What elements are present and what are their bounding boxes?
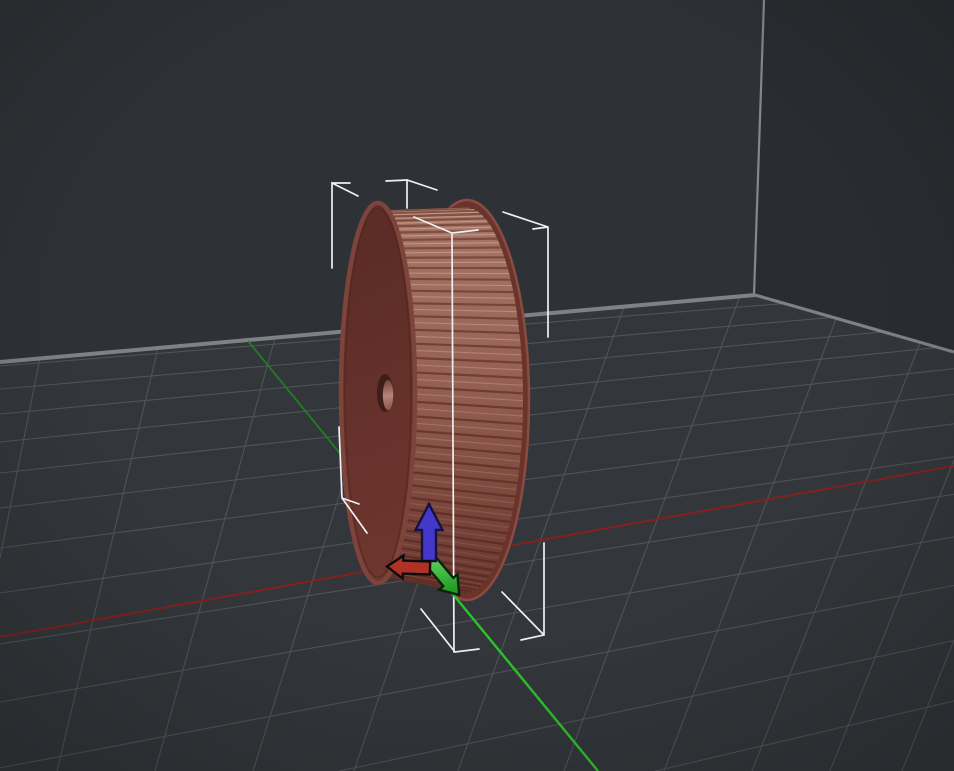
- scene-canvas[interactable]: [0, 0, 954, 771]
- gear-bore-inner-wall: [382, 380, 394, 410]
- viewport-3d[interactable]: [0, 0, 954, 771]
- right-wall: [755, 0, 954, 352]
